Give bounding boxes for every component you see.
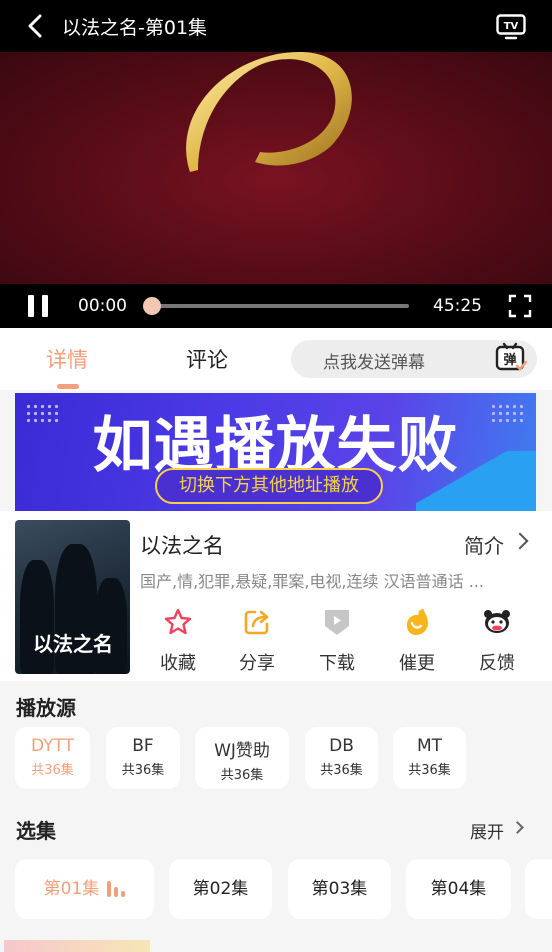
show-poster[interactable]: 以法之名 [15,520,130,674]
intro-link[interactable]: 简介 [464,530,504,559]
tv-icon: TV [496,14,526,40]
download-icon [325,610,349,635]
sources-heading: 播放源 [16,696,76,720]
feedback-icon [484,610,510,633]
ad-banner[interactable]: 如遇播放失败 切换下方其他地址播放 [15,393,536,511]
video-title: 以法之名-第01集 [62,16,208,39]
urge-label: 催更 [399,653,435,674]
chevron-right-icon[interactable] [511,532,529,550]
pause-button[interactable] [28,295,48,317]
expand-button[interactable]: 展开 [470,818,504,843]
progress-bar[interactable] [143,297,409,315]
source-item[interactable]: DYTT 共36集 [15,727,90,789]
tab-indicator [57,384,79,389]
feedback-label: 反馈 [479,653,515,674]
source-item[interactable]: BF 共36集 [106,727,180,789]
player-controls: 00:00 45:25 [0,284,552,328]
tab-detail[interactable]: 详情 [46,344,88,374]
download-button[interactable]: 下载 [307,607,367,675]
urge-update-button[interactable]: 催更 [387,607,447,675]
episode-item[interactable]: 第03集 [288,859,391,919]
fullscreen-icon [508,294,532,318]
star-icon [164,608,192,635]
poster-title: 以法之名 [33,632,113,656]
danmu-placeholder: 点我发送弹幕 [323,353,425,373]
bottom-ad-strip[interactable] [4,940,150,952]
download-label: 下载 [319,653,355,674]
episode-item[interactable]: 第01集 [15,859,154,919]
tab-comment[interactable]: 评论 [186,344,228,374]
video-player[interactable]: 以法之名-第01集 TV 00:00 45:25 [0,0,552,328]
feedback-button[interactable]: 反馈 [467,607,527,675]
danmu-input[interactable]: 点我发送弹幕 弹 [291,340,537,378]
app-root: 以法之名-第01集 TV 00:00 45:25 详情 评论 点我发送弹幕 弹 … [0,0,552,952]
pause-icon [28,295,34,317]
source-item[interactable]: WJ赞助 共36集 [195,727,289,789]
episode-label: 第03集 [311,879,368,899]
episodes-heading: 选集 [16,819,56,843]
video-frame[interactable] [0,52,552,284]
fullscreen-button[interactable] [508,294,532,318]
detail-tabs: 详情 评论 点我发送弹幕 弹 [0,328,552,390]
playing-icon [107,881,126,897]
back-button[interactable] [24,14,46,38]
banner-subline: 切换下方其他地址播放 [155,468,383,504]
episode-label: 第02集 [192,879,249,899]
player-top-bar: 以法之名-第01集 TV [0,0,552,52]
show-info: 以法之名 以法之名 简介 国产,情,犯罪,悬疑,罪案,电视,连续 汉语普通话 .… [0,511,552,681]
share-label: 分享 [239,653,275,674]
episode-label: 第01集 [43,879,100,899]
chevron-right-icon[interactable] [511,821,524,834]
episode-item[interactable]: 第04集 [406,859,511,919]
svg-text:弹: 弹 [503,352,516,368]
episode-label: 第04集 [430,879,487,899]
progress-knob[interactable] [143,297,161,315]
duration: 45:25 [433,296,482,316]
share-icon [244,610,269,635]
video-logo-swirl [186,52,352,172]
show-title: 以法之名 [140,534,224,558]
episode-item[interactable]: 第02集 [169,859,272,919]
tv-cast-button[interactable]: TV [496,14,526,40]
source-item[interactable]: DB 共36集 [305,727,378,789]
favorite-label: 收藏 [160,653,196,674]
share-button[interactable]: 分享 [227,607,287,675]
source-item[interactable]: MT 共36集 [393,727,466,789]
episode-item-partial[interactable] [525,859,552,919]
show-tags: 国产,情,犯罪,悬疑,罪案,电视,连续 汉语普通话 ... [140,572,484,591]
current-time: 00:00 [78,296,127,316]
urge-icon [407,609,428,635]
chevron-left-icon [28,14,42,38]
favorite-button[interactable]: 收藏 [148,607,208,675]
danmu-toggle-icon[interactable]: 弹 [495,342,527,374]
svg-text:TV: TV [504,21,519,32]
